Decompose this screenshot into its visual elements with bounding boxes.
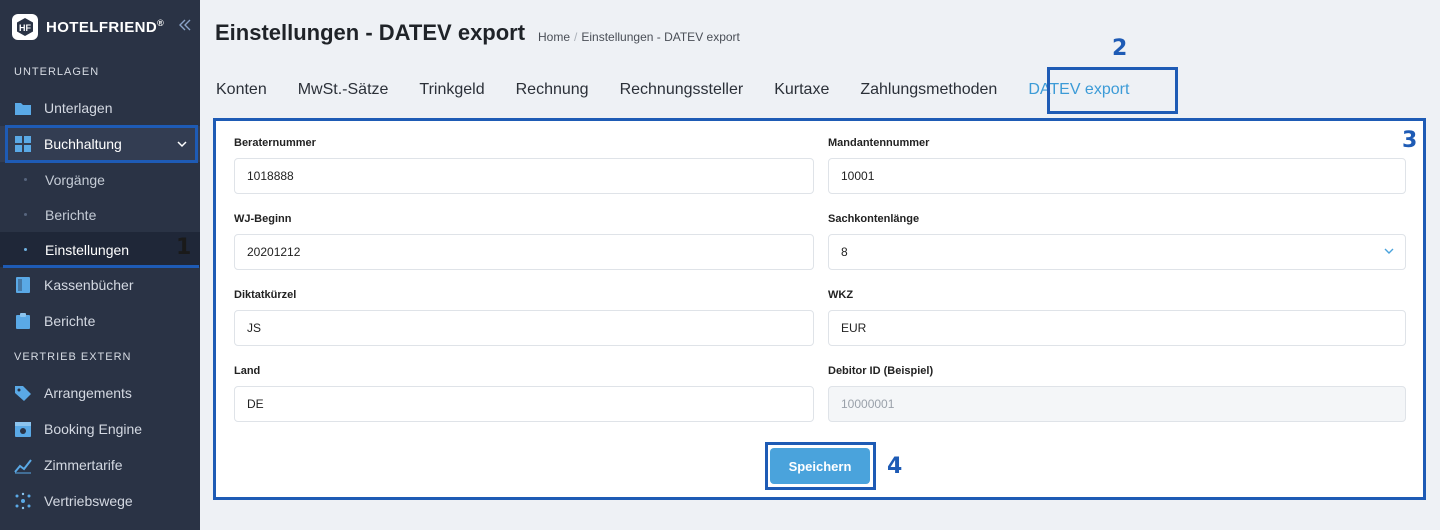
- chevron-down-icon: [1383, 245, 1395, 260]
- sidebar-item-label: Booking Engine: [44, 421, 143, 437]
- sidebar-item-label: Kassenbücher: [44, 277, 134, 293]
- mandantennummer-label: Mandantennummer: [828, 137, 930, 149]
- settings-tabs: Konten MwSt.-Sätze Trinkgeld Rechnung Re…: [216, 70, 1160, 110]
- sidebar-item-kassenbuecher[interactable]: Kassenbücher: [0, 267, 200, 303]
- sidebar-item-label: Zimmertarife: [44, 457, 123, 473]
- tab-rechnung[interactable]: Rechnung: [516, 81, 589, 99]
- sidebar-item-arrangements[interactable]: Arrangements: [0, 375, 200, 411]
- sidebar-item-unterlagen[interactable]: Unterlagen: [0, 90, 200, 126]
- highlight-line-einstellungen: [3, 265, 199, 268]
- sidebar-subitem-einstellungen[interactable]: Einstellungen: [0, 232, 200, 267]
- sidebar-item-label: Unterlagen: [44, 100, 113, 116]
- highlight-box-buchhaltung: [5, 125, 198, 163]
- debitor-id-input: 10000001: [828, 386, 1406, 422]
- breadcrumb-separator: /: [574, 30, 578, 44]
- beraternummer-input[interactable]: 1018888: [234, 158, 814, 194]
- sidebar-item-label: Berichte: [44, 313, 96, 329]
- mandantennummer-input[interactable]: 10001: [828, 158, 1406, 194]
- land-label: Land: [234, 365, 261, 377]
- tag-icon: [14, 384, 32, 402]
- page-title: Einstellungen - DATEV export: [215, 20, 526, 45]
- tab-rechnungssteller[interactable]: Rechnungssteller: [620, 81, 744, 99]
- bullet-icon: [24, 213, 27, 216]
- sidebar-subitem-vorgaenge[interactable]: Vorgänge: [0, 162, 200, 197]
- bullet-icon: [24, 248, 27, 251]
- section-label-unterlagen: UNTERLAGEN: [14, 66, 100, 78]
- sidebar-item-zimmertarife[interactable]: Zimmertarife: [0, 447, 200, 483]
- svg-text:HF: HF: [19, 23, 31, 33]
- logo-text: HOTELFRIEND: [46, 18, 158, 36]
- highlight-box-datev-tab: [1047, 67, 1178, 114]
- folder-icon: [14, 99, 32, 117]
- sidebar-item-label: Vertriebswege: [44, 493, 133, 509]
- wj-beginn-label: WJ-Beginn: [234, 213, 292, 225]
- land-input[interactable]: DE: [234, 386, 814, 422]
- sidebar-item-label: Arrangements: [44, 385, 132, 401]
- tab-mwst-saetze[interactable]: MwSt.-Sätze: [298, 81, 389, 99]
- breadcrumb: Home / Einstellungen - DATEV export: [538, 30, 740, 44]
- sidebar-subitem-berichte[interactable]: Berichte: [0, 197, 200, 232]
- debitor-id-label: Debitor ID (Beispiel): [828, 365, 934, 377]
- annotation-number-1: 1: [176, 235, 192, 260]
- chart-trend-icon: [14, 456, 32, 474]
- sidebar-subitem-label: Vorgänge: [45, 171, 105, 188]
- sidebar-subitem-label: Einstellungen: [45, 241, 130, 258]
- tab-konten[interactable]: Konten: [216, 81, 267, 99]
- diktatkuerzel-input[interactable]: JS: [234, 310, 814, 346]
- sachkontenlaenge-value: 8: [841, 245, 848, 259]
- tab-trinkgeld[interactable]: Trinkgeld: [419, 81, 484, 99]
- annotation-number-2: 2: [1112, 36, 1128, 61]
- wkz-label: WKZ: [828, 289, 854, 301]
- breadcrumb-home[interactable]: Home: [538, 30, 570, 44]
- sidebar-subitem-label: Berichte: [45, 206, 97, 223]
- logo-row: HF HOTELFRIEND ®: [0, 0, 200, 54]
- annotation-number-4: 4: [887, 454, 903, 479]
- breadcrumb-current: Einstellungen - DATEV export: [581, 30, 740, 44]
- sidebar-item-vertriebswege[interactable]: Vertriebswege: [0, 483, 200, 519]
- network-icon: [14, 492, 32, 510]
- sidebar-item-booking-engine[interactable]: Booking Engine: [0, 411, 200, 447]
- tab-zahlungsmethoden[interactable]: Zahlungsmethoden: [860, 81, 997, 99]
- sidebar-item-berichte[interactable]: Berichte: [0, 303, 200, 339]
- calendar-gear-icon: [14, 420, 32, 438]
- wj-beginn-input[interactable]: 20201212: [234, 234, 814, 270]
- logo-registered-mark: ®: [157, 18, 165, 28]
- clipboard-icon: [14, 312, 32, 330]
- collapse-sidebar-icon[interactable]: [178, 18, 192, 37]
- sachkontenlaenge-label: Sachkontenlänge: [828, 213, 920, 225]
- beraternummer-label: Beraternummer: [234, 137, 316, 149]
- diktatkuerzel-label: Diktatkürzel: [234, 289, 297, 301]
- bullet-icon: [24, 178, 27, 181]
- annotation-number-3: 3: [1402, 128, 1418, 153]
- section-label-vertrieb: VERTRIEB EXTERN: [14, 351, 132, 363]
- book-icon: [14, 276, 32, 294]
- wkz-input[interactable]: EUR: [828, 310, 1406, 346]
- highlight-box-save: [765, 442, 876, 490]
- tab-kurtaxe[interactable]: Kurtaxe: [774, 81, 829, 99]
- sachkontenlaenge-select[interactable]: 8: [828, 234, 1406, 270]
- hotelfriend-logo-icon: HF: [12, 14, 38, 40]
